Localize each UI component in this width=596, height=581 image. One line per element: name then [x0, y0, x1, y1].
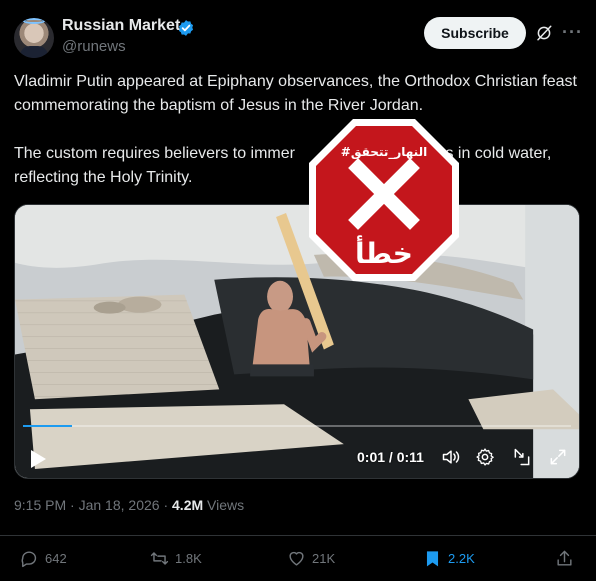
stamp-verdict: خطأ — [355, 235, 413, 270]
share-button[interactable] — [555, 548, 574, 568]
video-progress-fill — [23, 425, 73, 427]
tweet-date[interactable]: Jan 18, 2026 — [79, 497, 160, 513]
stamp-hashtag: #النهار_تتحقق — [341, 145, 427, 160]
share-icon — [557, 550, 572, 566]
bookmark-icon — [426, 550, 439, 566]
verified-badge-icon — [178, 20, 194, 36]
volume-icon[interactable] — [441, 447, 461, 467]
video-frame — [15, 205, 579, 478]
tweet-text: Vladimir Putin appeared at Epiphany obse… — [14, 70, 584, 190]
repost-count: 1.8K — [175, 550, 202, 566]
reply-button[interactable]: 642 — [20, 548, 67, 568]
video-time: 0:01 / 0:11 — [357, 449, 424, 465]
more-options-icon[interactable]: ··· — [562, 22, 582, 42]
video-player[interactable]: 0:01 / 0:11 — [14, 204, 580, 479]
author-handle[interactable]: @runews — [62, 38, 126, 55]
fact-check-stamp: #النهار_تتحقق خطأ — [309, 119, 459, 281]
play-icon[interactable] — [29, 449, 47, 469]
settings-gear-icon[interactable] — [475, 447, 495, 467]
tweet-paragraph-1: Vladimir Putin appeared at Epiphany obse… — [14, 73, 577, 114]
video-progress-bar[interactable] — [23, 425, 571, 427]
fullscreen-icon[interactable] — [548, 447, 568, 467]
repost-button[interactable]: 1.8K — [150, 548, 202, 568]
subscribe-button[interactable]: Subscribe — [424, 17, 526, 49]
like-button[interactable]: 21K — [287, 548, 335, 568]
tweet-paragraph-2: The custom requires believers to immer ee… — [14, 145, 552, 186]
tweet-time[interactable]: 9:15 PM — [14, 497, 66, 513]
reply-count: 642 — [45, 550, 67, 566]
bookmark-button[interactable]: 2.2K — [423, 548, 475, 568]
bookmark-count: 2.2K — [448, 550, 475, 566]
author-name[interactable]: Russian Market — [62, 17, 180, 35]
divider — [0, 535, 596, 536]
grok-icon[interactable] — [535, 24, 553, 42]
halo-icon — [23, 18, 45, 24]
tweet-meta: 9:15 PM · Jan 18, 2026 · 4.2M Views — [14, 497, 245, 513]
avatar[interactable] — [14, 18, 54, 58]
heart-icon — [289, 551, 304, 566]
like-count: 21K — [312, 550, 336, 566]
views-count: 4.2M — [172, 497, 204, 513]
picture-in-picture-icon[interactable] — [512, 447, 532, 467]
reply-icon — [21, 550, 37, 567]
repost-icon — [150, 551, 169, 565]
views-label: Views — [207, 497, 245, 513]
